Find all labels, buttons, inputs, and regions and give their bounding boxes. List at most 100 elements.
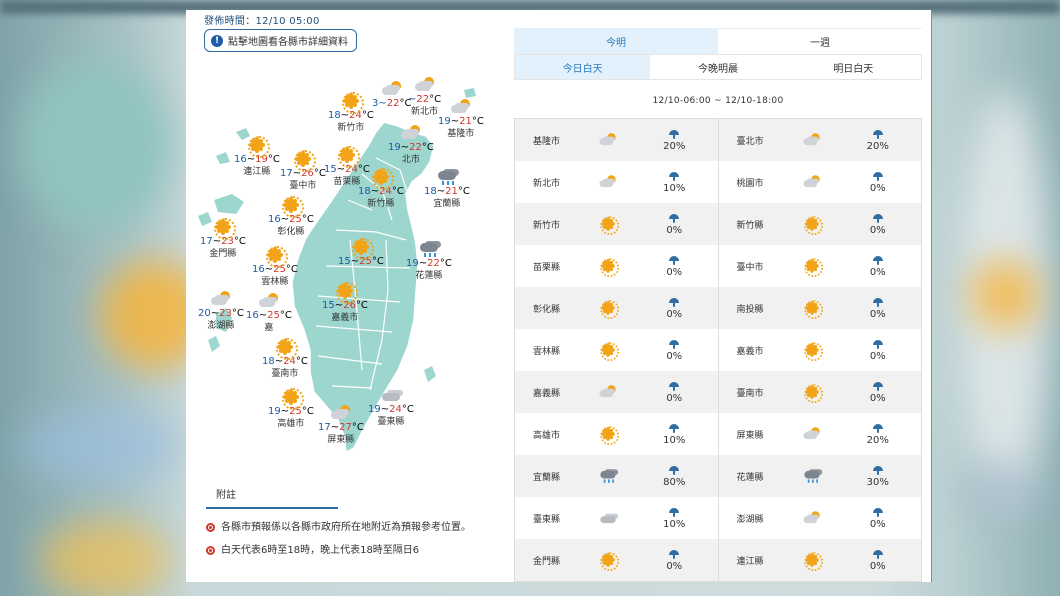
rain-probability: 30% [835,464,922,488]
forecast-cell[interactable]: 新北市 10% [515,161,719,203]
rain-probability-value: 20% [866,435,889,446]
partly-cloudy-icon [802,174,821,189]
city-name: 臺中市 [289,181,317,191]
backdrop-sun-blob [40,520,170,596]
map-city-nantou[interactable]: 15~25°C [338,238,384,268]
map-city-yilan[interactable]: 18~21°C 宜蘭縣 [424,168,470,210]
rain-probability-value: 10% [663,183,686,194]
map-city-changhua[interactable]: 16~25°C 彰化縣 [268,196,314,238]
sunny-icon [599,426,620,446]
rain-cloud-icon [436,168,458,186]
range-tabs: 今明 一週 [514,28,922,54]
tab-today-day[interactable]: 今日白天 [515,55,651,79]
sunny-icon [370,168,394,190]
sunny-icon [350,238,374,260]
map-city-taitung[interactable]: 19~24°C 臺東縣 [368,386,414,428]
temp-low: 16 [268,214,281,225]
map-city-hsinchu-county[interactable]: 18~24°C 新竹縣 [358,168,404,210]
sunny-icon [802,384,823,404]
map-city-penghu[interactable]: 20~23°C 澎湖縣 [198,290,244,332]
sunny-icon [280,388,304,410]
partly-cloudy-icon [599,132,618,147]
weather-icon-wrap [789,341,835,362]
partly-cloudy-icon [330,404,352,422]
temp-high: 25 [267,310,280,321]
umbrella-icon [872,256,884,266]
sunny-icon [802,258,823,278]
map-city-taipei[interactable]: 3~22°C [372,80,411,110]
map-city-taichung[interactable]: 17~26°C 臺中市 [280,150,326,192]
map-city-pingtung[interactable]: 17~27°C 屏東縣 [318,404,364,446]
rain-probability: 0% [631,212,718,236]
map-city-hsinchu-city[interactable]: 18~24°C 新竹市 [328,92,374,134]
forecast-cell[interactable]: 南投縣 0% [719,287,922,329]
sunny-icon [802,342,823,362]
forecast-cell[interactable]: 臺東縣 10% [515,497,719,539]
forecast-cell[interactable]: 彰化縣 0% [515,287,719,329]
temp-low: 18 [358,186,371,197]
map-hint-button[interactable]: ! 點擊地圖看各縣市詳細資料 [204,29,357,52]
map-city-keelung[interactable]: 19~21°C 基隆市 [438,98,484,140]
map-city-tainan[interactable]: 18~24°C 臺南市 [262,338,308,380]
tab-week[interactable]: 一週 [718,28,922,54]
map-city-hualien[interactable]: 19~22°C 花蓮縣 [406,240,452,282]
map-city-taoyuan[interactable]: 19~22°C 北市 [388,124,434,166]
map-city-kaohsiung[interactable]: 19~25°C 高雄市 [268,388,314,430]
forecast-cell[interactable]: 花蓮縣 30% [719,455,922,497]
sunny-icon [802,552,823,572]
map-city-kinmen[interactable]: 17~23°C 金門縣 [200,218,246,260]
map-city-chiayi-city[interactable]: 15~26°C 嘉義市 [322,282,368,324]
taiwan-map[interactable]: 18~24°C 新竹市 3~22°C ~22°C 新北市 19~21°C 基隆市… [186,70,486,470]
forecast-cell[interactable]: 屏東縣 20% [719,413,922,455]
weather-icon-wrap [585,173,631,191]
rain-probability-value: 0% [869,519,886,530]
forecast-cell[interactable]: 雲林縣 0% [515,329,719,371]
forecast-cell[interactable]: 宜蘭縣 80% [515,455,719,497]
sunny-icon [802,300,823,320]
forecast-cell[interactable]: 臺南市 0% [719,371,922,413]
map-city-yunlin[interactable]: 16~25°C 雲林縣 [252,246,298,288]
forecast-cell[interactable]: 連江縣 0% [719,539,922,581]
map-city-chiayi-county[interactable]: 16~25°C 嘉 [246,292,292,334]
forecast-cell[interactable]: 基隆市 20% [515,119,719,161]
temp-low: 3~ [372,98,387,109]
forecast-cell[interactable]: 澎湖縣 0% [719,497,922,539]
note-text: 各縣市預報係以各縣市政府所在地附近為預報參考位置。 [221,522,471,533]
sunny-icon [802,216,823,236]
tab-tonight[interactable]: 今晚明晨 [650,55,786,79]
rain-probability: 10% [631,422,718,446]
tab-today-tomorrow[interactable]: 今明 [514,28,718,54]
forecast-cell[interactable]: 新竹縣 0% [719,203,922,245]
table-row: 臺東縣 10% 澎湖縣 0% [515,497,921,539]
umbrella-icon [668,172,680,182]
forecast-cell[interactable]: 苗栗縣 0% [515,245,719,287]
forecast-cell[interactable]: 嘉義縣 0% [515,371,719,413]
sunny-icon [246,136,270,158]
forecast-cell[interactable]: 新竹市 0% [515,203,719,245]
rain-probability: 0% [631,338,718,362]
forecast-cell[interactable]: 臺中市 0% [719,245,922,287]
forecast-cell[interactable]: 高雄市 10% [515,413,719,455]
county-name: 彰化縣 [533,304,561,315]
table-row: 嘉義縣 0% 臺南市 0% [515,371,921,413]
forecast-cell[interactable]: 桃園市 0% [719,161,922,203]
forecast-cell[interactable]: 臺北市 20% [719,119,922,161]
partly-cloudy-icon [599,384,618,399]
weather-icon-wrap [789,551,835,572]
temp-low: 17 [280,168,293,179]
forecast-cell[interactable]: 金門縣 0% [515,539,719,581]
map-city-lienchiang[interactable]: 16~19°C 連江縣 [234,136,280,178]
table-row: 基隆市 20% 臺北市 20% [515,119,921,161]
tab-tomorrow-day[interactable]: 明日白天 [785,55,921,79]
sunny-icon [599,216,620,236]
rain-probability-value: 0% [666,393,683,404]
county-name: 嘉義縣 [533,388,561,399]
partly-cloudy-icon [414,76,436,94]
table-row: 新竹市 0% 新竹縣 0% [515,203,921,245]
weather-icon-wrap [789,173,835,191]
table-row: 宜蘭縣 80% 花蓮縣 30% [515,455,921,497]
forecast-cell[interactable]: 嘉義市 0% [719,329,922,371]
weather-icon-wrap [585,299,631,320]
map-city-new-taipei[interactable]: ~22°C 新北市 [408,76,441,118]
sunny-icon [274,338,298,360]
